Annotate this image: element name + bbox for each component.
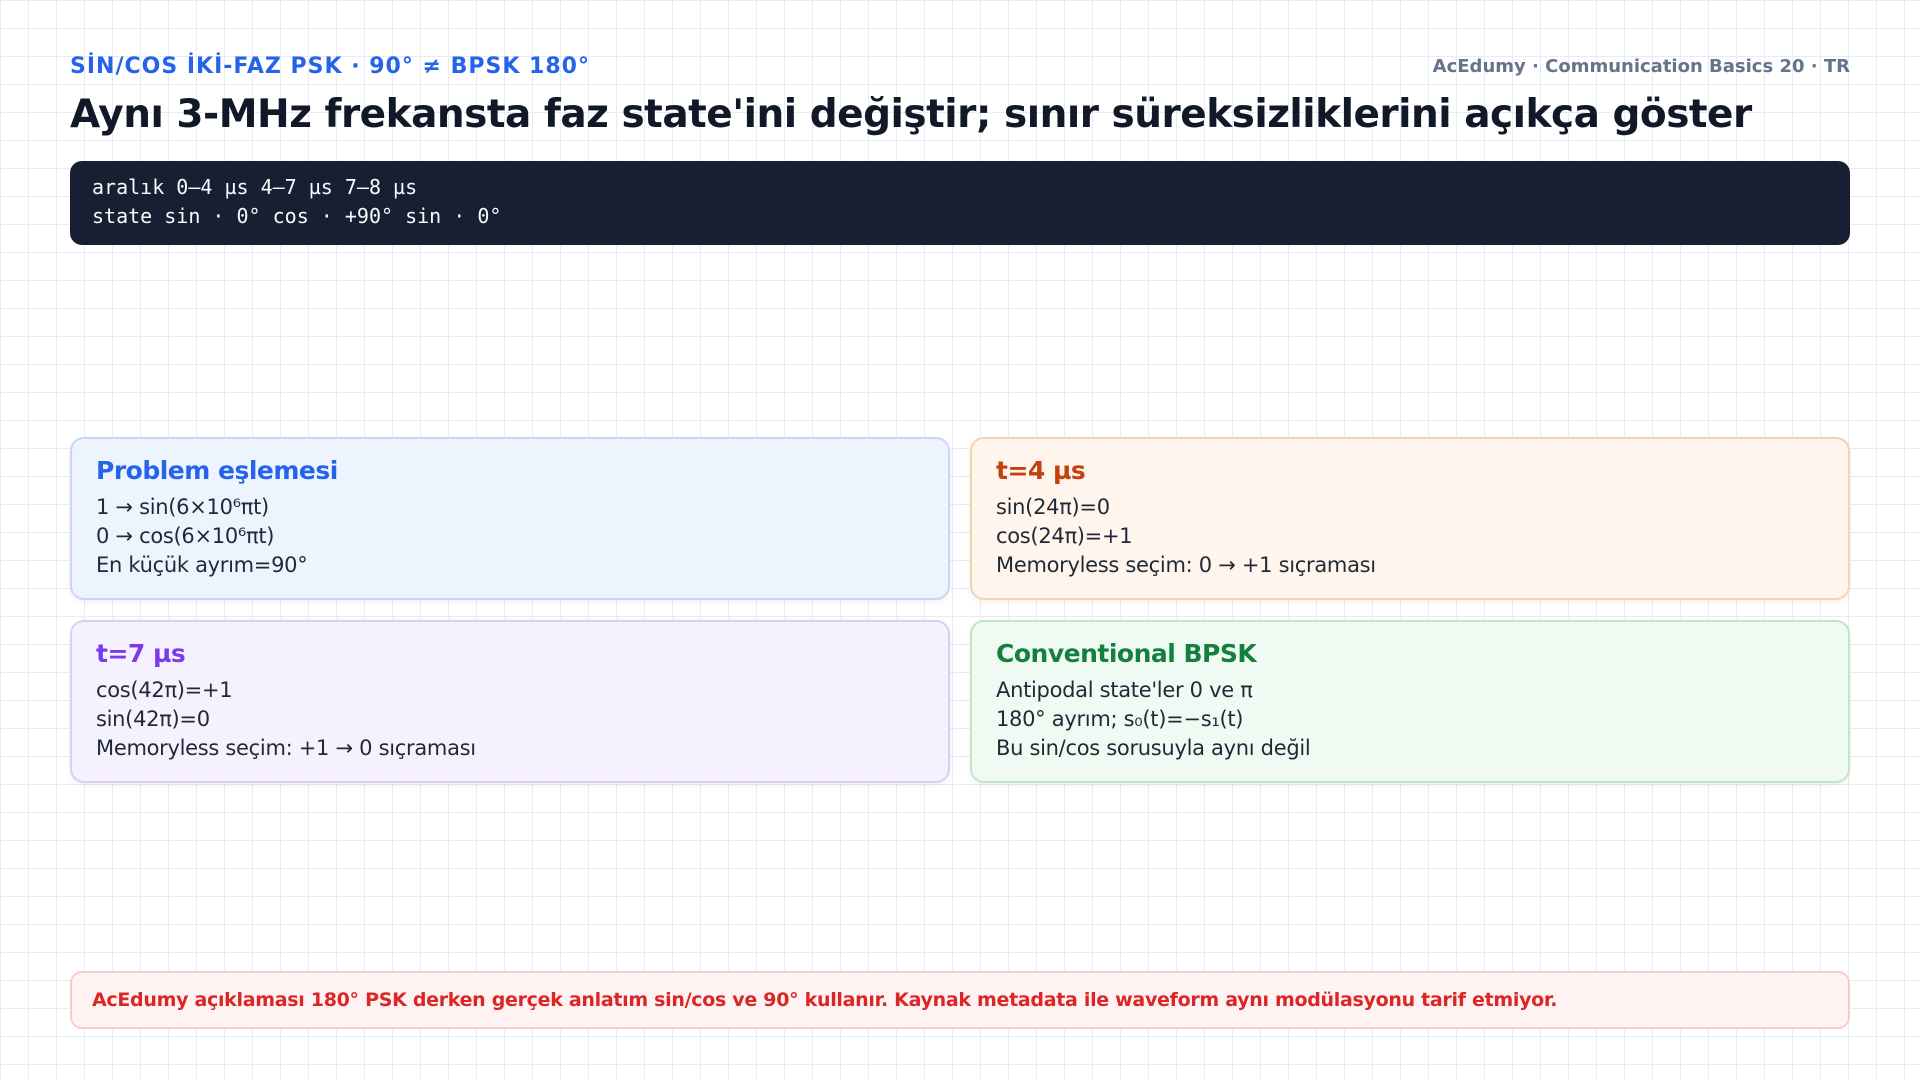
kicker-label: SİN/COS İKİ-FAZ PSK · 90° ≠ BPSK 180° [70,54,590,79]
card-problem-mapping: Problem eşlemesi 1 → sin(6×10⁶πt) 0 → co… [70,437,950,600]
code-line-state: state sin · 0° cos · +90° sin · 0° [92,204,502,228]
code-line-interval: aralık 0–4 µs 4–7 µs 7–8 µs [92,175,418,199]
card-t7: t=7 µs cos(42π)=+1 sin(42π)=0 Memoryless… [70,620,950,783]
card-title: t=7 µs [96,639,186,668]
card-line: 0 → cos(6×10⁶πt) [96,524,275,548]
card-line: Bu sin/cos sorusuyla aynı değil [996,736,1311,760]
card-line: cos(42π)=+1 [96,678,233,702]
card-line: 1 → sin(6×10⁶πt) [96,495,269,519]
code-block: aralık 0–4 µs 4–7 µs 7–8 µs state sin · 0… [70,161,1850,245]
card-line: Memoryless seçim: 0 → +1 sıçraması [996,553,1376,577]
card-line: sin(24π)=0 [996,495,1110,519]
card-conventional-bpsk: Conventional BPSK Antipodal state'ler 0 … [970,620,1850,783]
card-title: Problem eşlemesi [96,456,338,485]
warning-banner: AcEdumy açıklaması 180° PSK derken gerçe… [70,971,1850,1029]
card-line: En küçük ayrım=90° [96,553,308,577]
card-line: 180° ayrım; s₀(t)=−s₁(t) [996,707,1244,731]
card-t4: t=4 µs sin(24π)=0 cos(24π)=+1 Memoryless… [970,437,1850,600]
brand-label: AcEdumy · Communication Basics 20 · TR [1432,56,1850,77]
card-grid: Problem eşlemesi 1 → sin(6×10⁶πt) 0 → co… [70,437,1850,784]
page-title: Aynı 3-MHz frekansta faz state'ini değiş… [70,92,1752,137]
card-line: cos(24π)=+1 [996,524,1133,548]
card-title: Conventional BPSK [996,639,1257,668]
card-title: t=4 µs [996,456,1086,485]
card-line: Memoryless seçim: +1 → 0 sıçraması [96,736,476,760]
card-line: Antipodal state'ler 0 ve π [996,678,1253,702]
warning-text: AcEdumy açıklaması 180° PSK derken gerçe… [92,989,1558,1011]
card-line: sin(42π)=0 [96,707,210,731]
